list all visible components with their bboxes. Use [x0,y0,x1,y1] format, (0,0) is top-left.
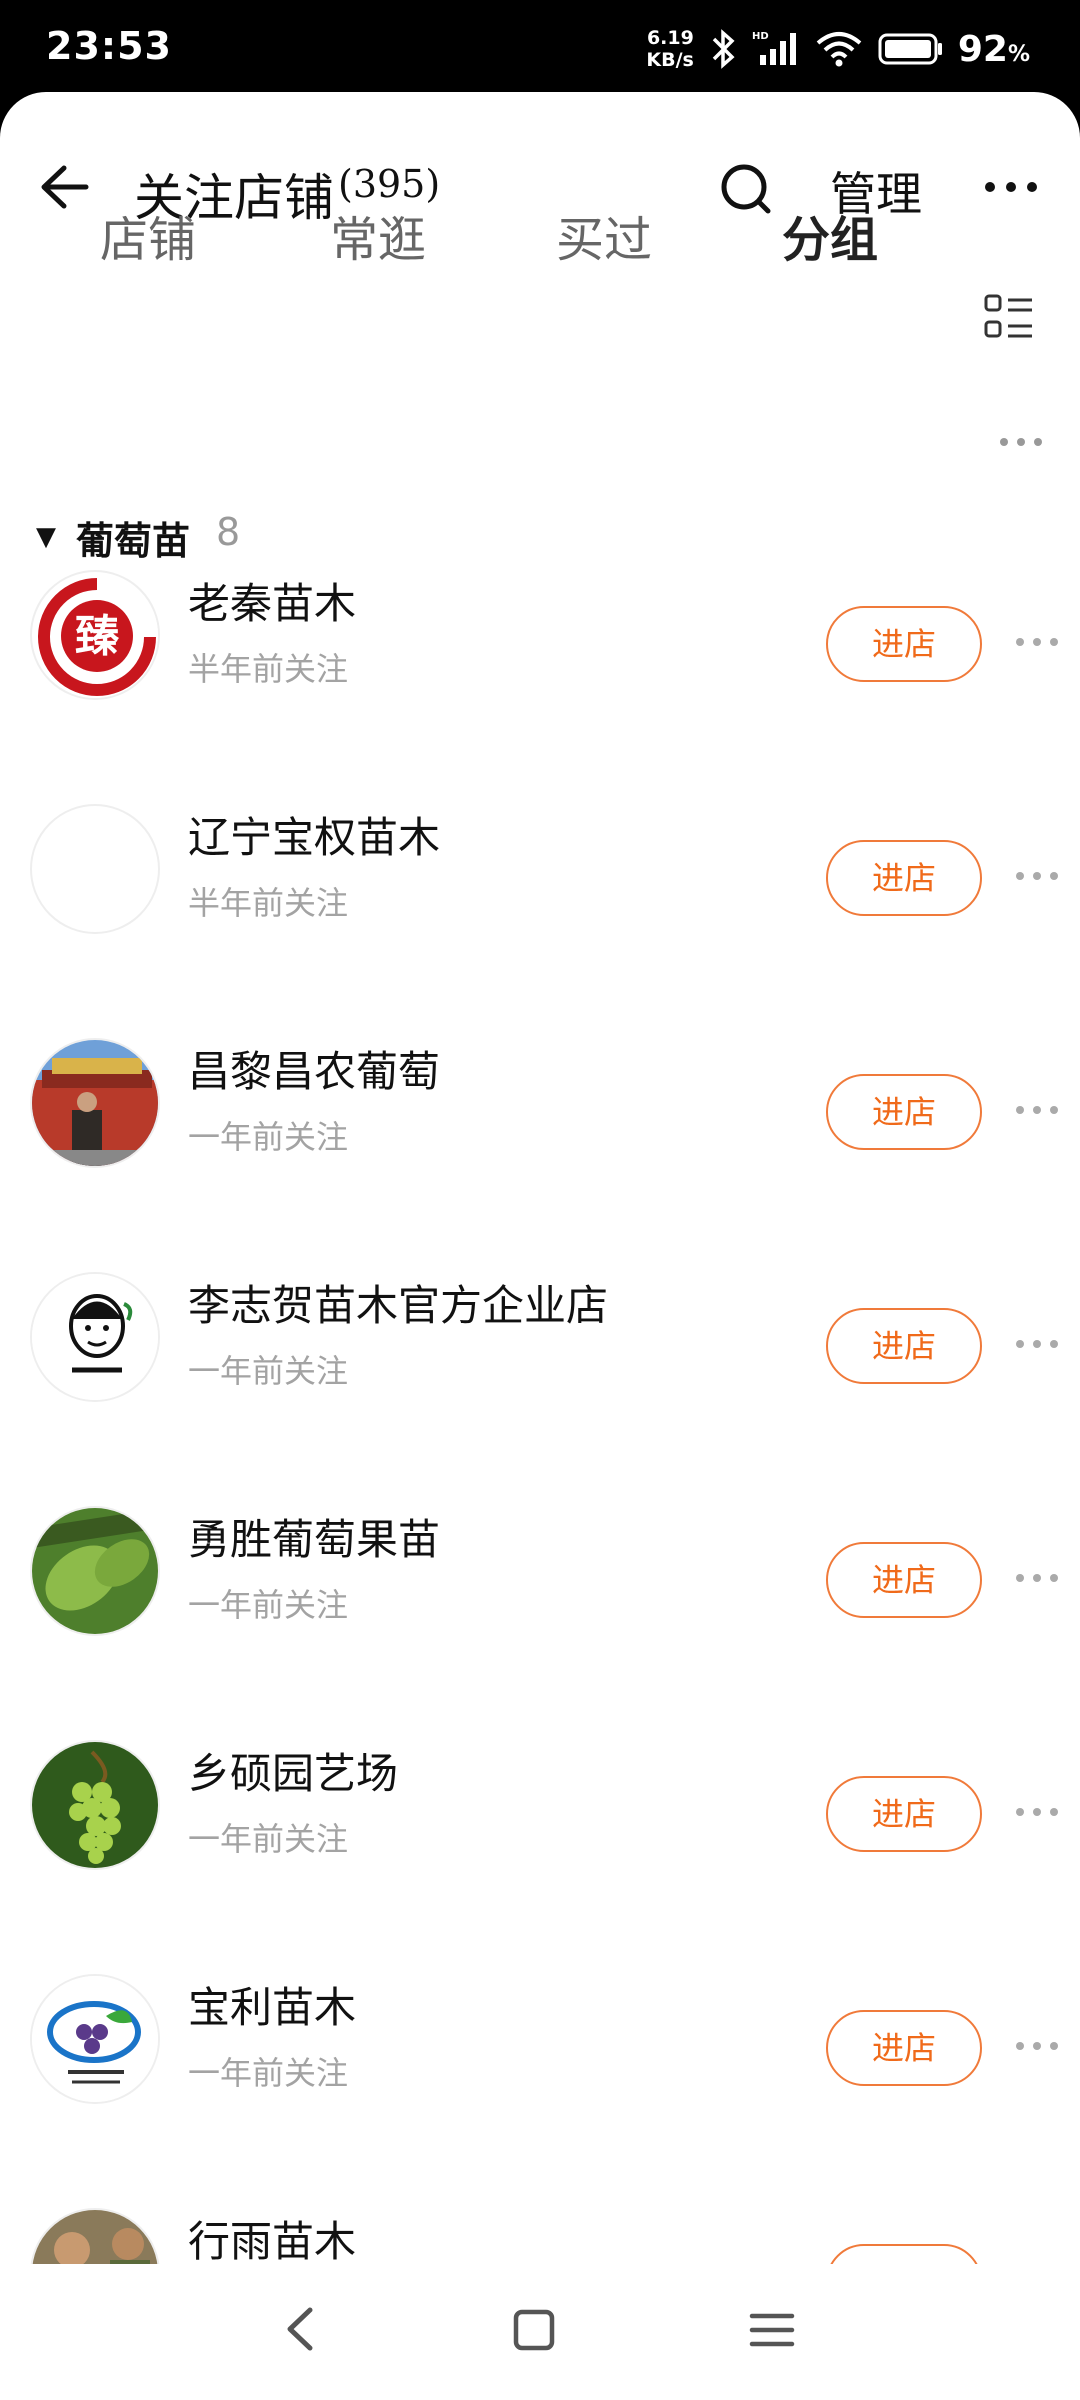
shop-name[interactable]: 辽宁宝权苗木 [188,804,440,865]
battery-icon [878,33,942,65]
enter-shop-button[interactable]: 进店 [826,1542,982,1618]
shop-row[interactable]: 李志贺苗木官方企业店 一年前关注 进店 [0,1272,1080,1506]
group-count: 8 [216,510,241,554]
speed-value: 6.19 [646,27,694,49]
enter-shop-button[interactable]: 进店 [826,840,982,916]
follow-time: 一年前关注 [188,2054,349,2092]
nav-home-icon[interactable] [512,2308,556,2352]
shop-name[interactable]: 乡硕园艺场 [188,1740,398,1801]
tab-shops[interactable]: 店铺 [100,200,196,270]
nav-recents-icon[interactable] [748,2310,796,2350]
follow-time: 一年前关注 [188,1118,349,1156]
follow-time: 半年前关注 [188,884,349,922]
row-more-icon[interactable] [1012,1100,1062,1120]
shop-row[interactable]: 勇胜葡萄果苗 一年前关注 进店 [0,1506,1080,1740]
search-icon[interactable] [708,154,788,224]
status-icons: 6.19 KB/s HD 92% [646,22,1030,76]
shop-avatar[interactable] [30,1506,160,1636]
shop-row[interactable]: 宝利苗木 一年前关注 进店 [0,1974,1080,2208]
tab-purchased[interactable]: 买过 [556,200,652,270]
row-more-icon[interactable] [1012,1334,1062,1354]
bluetooth-icon [712,29,735,69]
shop-name[interactable]: 勇胜葡萄果苗 [188,1506,440,1567]
follow-time: 一年前关注 [188,1352,349,1390]
follow-time: 一年前关注 [188,1586,349,1624]
shop-avatar[interactable] [30,1272,160,1402]
battery-value: 92 [957,28,1008,70]
shop-row[interactable]: 辽宁宝权苗木 半年前关注 进店 [0,804,1080,1038]
row-more-icon[interactable] [1012,1568,1062,1588]
battery-unit: % [1007,41,1030,67]
shop-name[interactable]: 宝利苗木 [188,1974,356,2035]
shop-row[interactable]: 昌黎昌农葡萄 一年前关注 进店 [0,1038,1080,1272]
tab-groups[interactable]: 分组 [782,200,878,270]
group-more-icon[interactable] [996,432,1046,452]
follow-time: 半年前关注 [188,650,349,688]
system-nav-bar [0,2264,1080,2400]
nav-back-icon[interactable] [280,2304,320,2354]
shop-row[interactable]: 臻 老秦苗木 半年前关注 进店 [0,570,1080,804]
enter-shop-button[interactable]: 进店 [826,606,982,682]
row-more-icon[interactable] [1012,2036,1062,2056]
shop-avatar[interactable] [30,1038,160,1168]
enter-shop-button[interactable]: 进店 [826,1308,982,1384]
shop-name[interactable]: 行雨苗木 [188,2208,356,2269]
list-layout-icon[interactable] [982,292,1036,346]
shop-avatar[interactable]: 臻 [30,570,160,700]
follow-time: 一年前关注 [188,1820,349,1858]
enter-shop-button[interactable]: 进店 [826,1074,982,1150]
status-time: 23:53 [46,24,172,68]
shop-name[interactable]: 老秦苗木 [188,570,356,631]
collapse-triangle-icon[interactable]: ▼ [36,522,56,552]
shop-avatar[interactable] [30,1740,160,1870]
more-options-icon[interactable] [976,152,1046,222]
main-sheet: 关注店铺 (395) 管理 店铺 常逛 买过 分组 ▼ 葡萄苗 8 臻 老秦苗木 … [0,92,1080,2400]
group-name[interactable]: 葡萄苗 [76,510,190,565]
tab-frequent[interactable]: 常逛 [330,200,426,270]
row-more-icon[interactable] [1012,632,1062,652]
speed-unit: KB/s [646,49,694,71]
wifi-icon [816,32,862,67]
shop-avatar[interactable] [30,1974,160,2104]
enter-shop-button[interactable]: 进店 [826,1776,982,1852]
svg-text:臻: 臻 [75,611,119,662]
row-more-icon[interactable] [1012,866,1062,886]
shop-name[interactable]: 李志贺苗木官方企业店 [188,1272,608,1333]
shop-row[interactable]: 乡硕园艺场 一年前关注 进店 [0,1740,1080,1974]
row-more-icon[interactable] [1012,1802,1062,1822]
signal-icon: HD [752,31,796,65]
battery-level: 92% [958,29,1030,70]
enter-shop-button[interactable]: 进店 [826,2010,982,2086]
shop-avatar[interactable] [30,804,160,934]
svg-text:HD: HD [752,31,769,42]
shop-name[interactable]: 昌黎昌农葡萄 [188,1038,440,1099]
back-arrow-icon[interactable] [30,152,110,222]
network-speed: 6.19 KB/s [646,27,693,71]
status-bar: 23:53 6.19 KB/s HD 92% [0,0,1080,96]
